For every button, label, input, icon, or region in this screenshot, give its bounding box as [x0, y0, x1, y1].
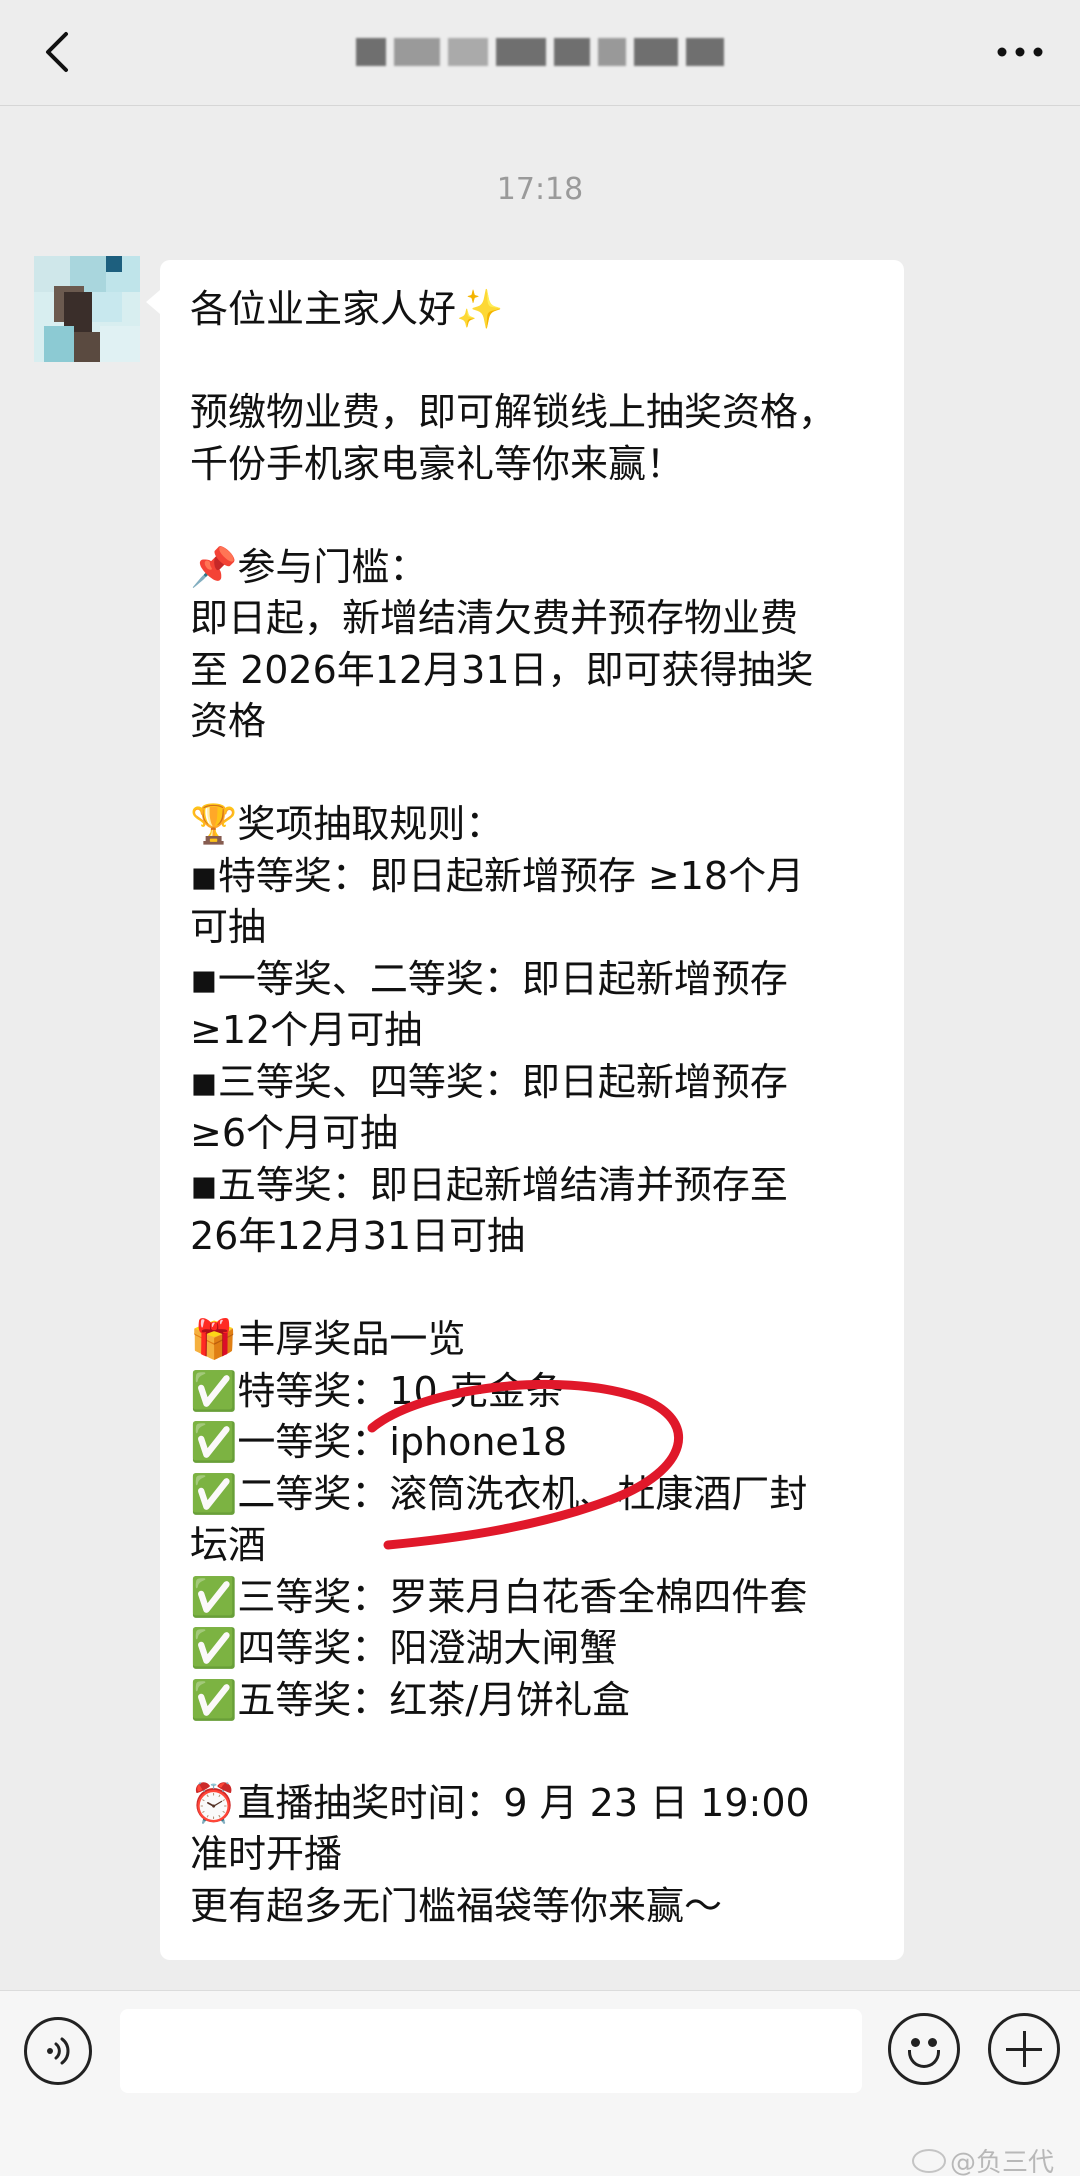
message-line: 至 2026年12月31日，即可获得抽奖 [190, 647, 814, 692]
voice-button[interactable] [24, 2017, 92, 2085]
message-line: 📌参与门槛： [190, 544, 428, 589]
message-timestamp: 17:18 [496, 172, 584, 207]
weibo-logo-icon [911, 2148, 946, 2173]
chevron-left-icon [46, 32, 68, 72]
message-line: 各位业主家人好✨ [190, 287, 504, 331]
message-line: ✅三等奖：罗莱月白花香全棉四件套 [190, 1574, 808, 1619]
emoji-icon-eye [928, 2038, 937, 2047]
chat-header [0, 0, 1080, 106]
message-line: 即日起，新增结清欠费并预存物业费 [190, 596, 799, 640]
message-line: ✅五等奖：红茶/月饼礼盒 [190, 1677, 631, 1722]
message-line: 可抽 [190, 905, 267, 949]
message-line [190, 1263, 874, 1315]
more-dots-icon [997, 47, 1043, 57]
message-line: ≥12个月可抽 [190, 1008, 423, 1052]
message-line [190, 490, 874, 542]
watermark-text: @负三代 [949, 2148, 1054, 2176]
message-line: 更有超多无门槛福袋等你来赢～ [190, 1883, 723, 1928]
message-line: 🏆奖项抽取规则： [190, 802, 504, 846]
plus-button[interactable] [988, 2013, 1060, 2085]
message-line: ✅四等奖：阳澄湖大闸蟹 [190, 1626, 618, 1670]
message-line: ✅特等奖：10 克金条 [190, 1368, 564, 1413]
message-line [190, 336, 874, 388]
message-line: ◾五等奖：即日起新增结清并预存至 [190, 1162, 788, 1207]
emoji-icon-mouth [908, 2050, 940, 2068]
message-line: ◾三等奖、四等奖：即日起新增预存 [190, 1059, 788, 1104]
emoji-icon [911, 2038, 920, 2047]
message-line: 准时开播 [190, 1832, 343, 1876]
message-line: 26年12月31日可抽 [190, 1214, 526, 1258]
message-line [190, 1726, 874, 1778]
message-line: 资格 [190, 699, 267, 743]
more-button[interactable] [990, 26, 1050, 78]
message-line: ⏰直播抽奖时间：9 月 23 日 19:00 [190, 1780, 810, 1825]
message-line: ◾一等奖、二等奖：即日起新增预存 [190, 956, 788, 1001]
emoji-button[interactable] [888, 2013, 960, 2085]
message-line: ◾特等奖：即日起新增预存 ≥18个月 [190, 853, 805, 898]
chat-title [300, 30, 780, 74]
message-line: 千份手机家电豪礼等你来赢！ [190, 441, 685, 486]
message-line: ✅二等奖：滚筒洗衣机、杜康酒厂封 [190, 1471, 808, 1516]
message-line: 坛酒 [190, 1523, 267, 1567]
watermark: @负三代 [911, 2142, 1054, 2176]
message-line: 🎁丰厚奖品一览 [190, 1317, 466, 1361]
back-button[interactable] [28, 22, 88, 82]
message-line: ≥6个月可抽 [190, 1111, 399, 1155]
message-line [190, 748, 874, 800]
message-line: 预缴物业费，即可解锁线上抽奖资格， [190, 390, 837, 434]
message-input[interactable] [120, 2009, 862, 2093]
message-line: ✅一等奖：iphone18 [190, 1420, 568, 1464]
message-bubble[interactable]: 各位业主家人好✨ 预缴物业费，即可解锁线上抽奖资格， 千份手机家电豪礼等你来赢！… [146, 260, 904, 1960]
avatar[interactable] [34, 256, 140, 362]
voice-icon [47, 2037, 70, 2065]
